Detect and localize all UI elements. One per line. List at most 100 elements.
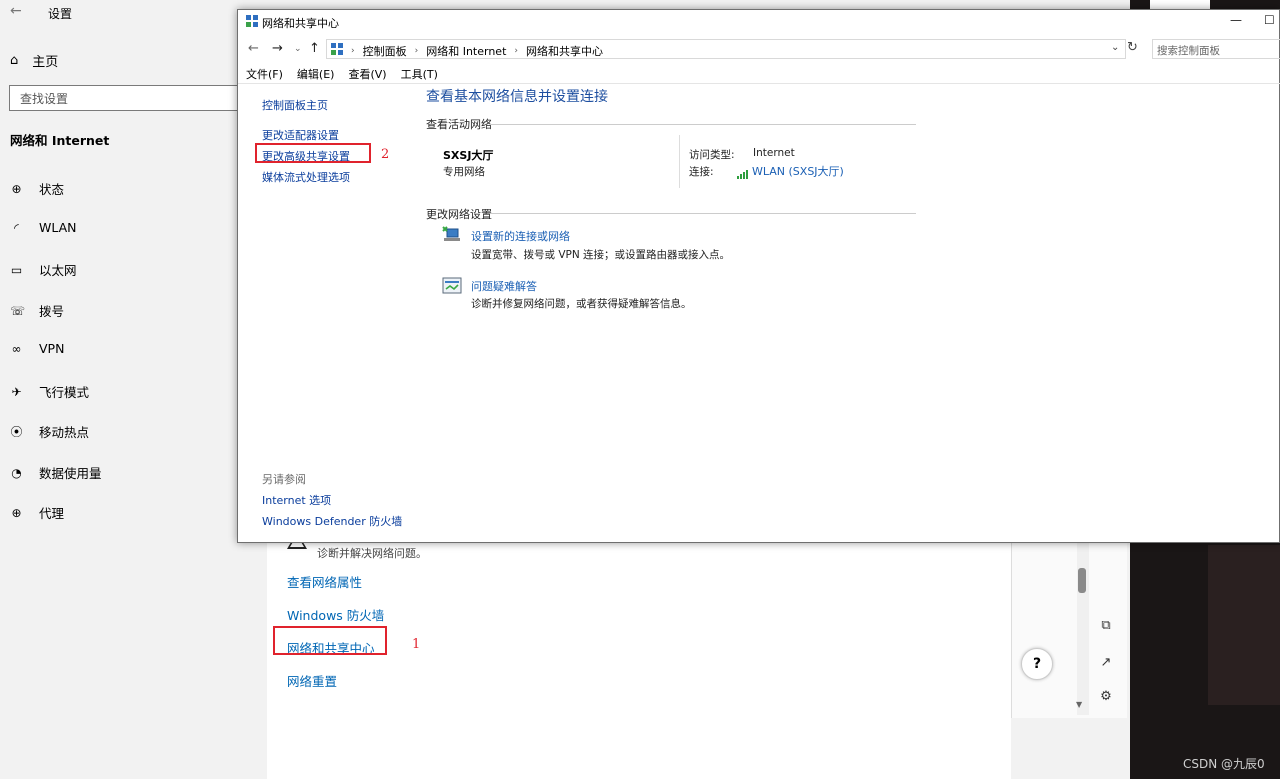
- nav-label: 拨号: [39, 304, 65, 319]
- menu-edit[interactable]: 编辑(E): [297, 66, 335, 84]
- title-bar[interactable]: 网络和共享中心 — ☐: [238, 10, 1280, 34]
- scroll-down-icon[interactable]: ▼: [1076, 700, 1082, 709]
- nav-item-dialup[interactable]: ☏ 拨号: [10, 301, 250, 320]
- breadcrumb-control-panel[interactable]: 控制面板: [363, 43, 407, 59]
- media-streaming-link[interactable]: 媒体流式处理选项: [262, 169, 350, 185]
- forward-icon[interactable]: →: [272, 41, 283, 56]
- troubleshoot-link[interactable]: 问题疑难解答: [471, 278, 537, 294]
- windows-firewall-link[interactable]: Windows 防火墙: [287, 605, 384, 624]
- menu-view[interactable]: 查看(V): [348, 66, 386, 84]
- page-heading: 查看基本网络信息并设置连接: [426, 89, 608, 105]
- breadcrumb-sharing-center[interactable]: 网络和共享中心: [526, 43, 603, 59]
- nav-item-vpn[interactable]: ∞ VPN: [10, 341, 250, 356]
- menu-tools[interactable]: 工具(T): [401, 66, 438, 84]
- address-bar[interactable]: › 控制面板 › 网络和 Internet › 网络和共享中心 ⌄: [326, 39, 1126, 59]
- section-title: 网络和 Internet: [10, 133, 110, 148]
- network-type: 专用网络: [443, 166, 485, 178]
- home-icon: ⌂: [10, 53, 19, 68]
- maximize-icon[interactable]: ☐: [1264, 13, 1275, 27]
- globe-icon: ⊕: [11, 181, 22, 196]
- globe-icon: ⊕: [11, 505, 22, 520]
- menu-file[interactable]: 文件(F): [246, 66, 283, 84]
- data-usage-icon: ◔: [11, 465, 22, 480]
- scrollbar[interactable]: [1077, 540, 1089, 715]
- column-divider: [679, 135, 680, 188]
- access-type-value: Internet: [753, 147, 795, 159]
- section-divider: [490, 124, 916, 125]
- back-icon[interactable]: ←: [248, 41, 259, 56]
- troubleshoot-description: 诊断并解决网络问题。: [317, 547, 427, 560]
- screenshot-icon[interactable]: ⧉: [1095, 618, 1117, 640]
- nav-label: WLAN: [39, 220, 77, 235]
- new-connection-icon: [442, 226, 460, 241]
- nav-label: 飞行模式: [39, 385, 90, 400]
- annotation-label-1: 1: [412, 637, 421, 652]
- nav-item-airplane[interactable]: ✈ 飞行模式: [10, 382, 250, 401]
- settings-search-input[interactable]: 查找设置: [9, 85, 249, 111]
- nav-label: VPN: [39, 341, 65, 356]
- refresh-icon[interactable]: ↻: [1127, 40, 1138, 55]
- menu-bar: 文件(F) 编辑(E) 查看(V) 工具(T): [238, 66, 438, 84]
- desktop-window-fragment: [1208, 545, 1280, 705]
- new-connection-description: 设置宽带、拨号或 VPN 连接；或设置路由器或接入点。: [471, 249, 731, 261]
- nav-label: 移动热点: [39, 425, 90, 440]
- wlan-connection-link[interactable]: WLAN (SXSJ大厅): [737, 163, 844, 179]
- home-label: 主页: [32, 55, 59, 70]
- section-divider: [490, 213, 916, 214]
- network-reset-link[interactable]: 网络重置: [287, 671, 337, 690]
- nav-label: 代理: [39, 506, 65, 521]
- nav-item-data-usage[interactable]: ◔ 数据使用量: [10, 463, 250, 482]
- adapter-settings-link[interactable]: 更改适配器设置: [262, 127, 339, 143]
- change-settings-title: 更改网络设置: [426, 208, 492, 221]
- network-name: SXSJ大厅: [443, 149, 494, 162]
- dialup-icon: ☏: [10, 303, 26, 318]
- chevron-right-icon: ›: [351, 46, 355, 56]
- breadcrumb-network-internet[interactable]: 网络和 Internet: [426, 43, 506, 59]
- settings-content: [267, 540, 1011, 779]
- gear-icon[interactable]: ⚙: [1095, 689, 1117, 711]
- hotspot-icon: ⦿: [10, 425, 23, 439]
- control-panel-home-link[interactable]: 控制面板主页: [262, 97, 328, 113]
- address-row: ← → ⌄ ↑ › 控制面板 › 网络和 Internet › 网络和共享中心 …: [238, 38, 1280, 60]
- network-properties-link[interactable]: 查看网络属性: [287, 572, 362, 591]
- nav-item-proxy[interactable]: ⊕ 代理: [10, 503, 250, 522]
- nav-item-hotspot[interactable]: ⦿ 移动热点: [10, 422, 250, 441]
- annotation-box-1: [273, 626, 387, 655]
- active-networks-title: 查看活动网络: [426, 118, 492, 131]
- annotation-label-2: 2: [381, 147, 390, 162]
- home-nav-item[interactable]: ⌂ 主页: [10, 51, 58, 70]
- troubleshoot-description: 诊断并修复网络问题，或者获得疑难解答信息。: [471, 298, 692, 310]
- defender-firewall-link[interactable]: Windows Defender 防火墙: [262, 513, 402, 529]
- control-panel-search-input[interactable]: 搜索控制面板: [1152, 39, 1280, 59]
- new-connection-link[interactable]: 设置新的连接或网络: [471, 228, 570, 244]
- annotation-box-2: [255, 143, 371, 163]
- scrollbar-thumb[interactable]: [1078, 568, 1086, 593]
- menu-divider: [238, 83, 1280, 84]
- chevron-down-icon[interactable]: ⌄: [1111, 42, 1119, 53]
- nav-item-status[interactable]: ⊕ 状态: [10, 179, 250, 198]
- chevron-right-icon[interactable]: ›: [415, 46, 419, 56]
- up-icon[interactable]: ↑: [309, 41, 320, 56]
- internet-options-link[interactable]: Internet 选项: [262, 492, 331, 508]
- sharing-center-window: 网络和共享中心 — ☐ ← → ⌄ ↑ › 控制面板 › 网络和 Interne…: [237, 9, 1280, 543]
- airplane-icon: ✈: [11, 384, 22, 399]
- nav-item-wlan[interactable]: ◜ WLAN: [10, 220, 250, 235]
- ethernet-icon: ▭: [10, 262, 23, 277]
- wifi-signal-icon: [737, 165, 749, 179]
- wifi-icon: ◜: [14, 220, 19, 235]
- back-arrow-icon[interactable]: ←: [10, 3, 22, 19]
- connections-label: 连接:: [689, 166, 714, 178]
- minimize-icon[interactable]: —: [1230, 13, 1242, 27]
- breadcrumb: › 控制面板 › 网络和 Internet › 网络和共享中心: [351, 43, 603, 59]
- nav-label: 以太网: [39, 263, 77, 278]
- nav-item-ethernet[interactable]: ▭ 以太网: [10, 260, 250, 279]
- help-icon[interactable]: ?: [1021, 648, 1053, 680]
- share-icon[interactable]: ↗: [1095, 655, 1117, 677]
- nav-label: 数据使用量: [39, 466, 102, 481]
- see-also-title: 另请参阅: [262, 473, 306, 486]
- watermark: CSDN @九辰0: [1183, 757, 1265, 771]
- control-panel-icon: [331, 43, 343, 55]
- recent-dropdown-icon[interactable]: ⌄: [294, 44, 302, 54]
- chevron-right-icon[interactable]: ›: [514, 46, 518, 56]
- window-title: 网络和共享中心: [262, 17, 339, 30]
